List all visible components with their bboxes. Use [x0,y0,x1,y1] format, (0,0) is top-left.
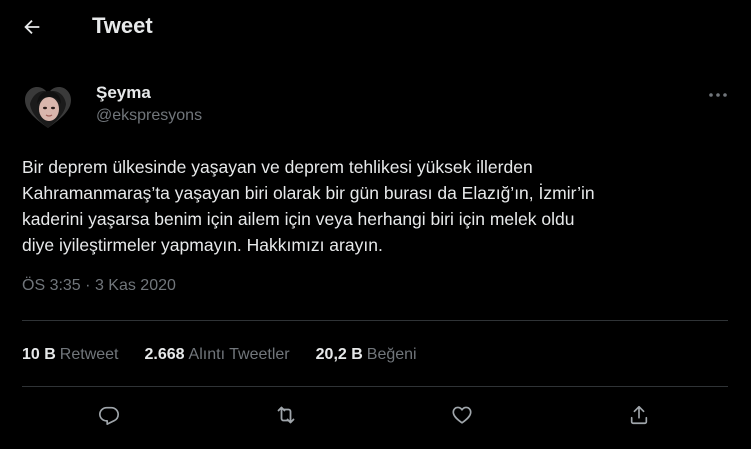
share-icon [630,405,648,425]
heart-shaped-profile-photo [22,82,74,134]
back-button[interactable] [14,9,50,45]
divider [22,386,728,387]
like-button[interactable] [441,394,483,436]
author-name[interactable]: Şeyma [96,83,151,103]
tweet-author: Şeyma @ekspresyons [22,82,732,134]
more-horizontal-icon [709,93,727,97]
meta-separator: · [85,277,91,294]
quotes-stat[interactable]: 2.668 Alıntı Tweetler [145,346,290,364]
more-options-button[interactable] [704,84,732,106]
tweet-timestamp: ÖS 3:35 · 3 Kas 2020 [22,277,176,295]
tweet-header: Tweet [0,0,751,53]
retweet-icon [277,406,295,424]
reply-button[interactable] [88,394,130,436]
likes-label: Beğeni [366,346,417,363]
like-icon [452,406,472,424]
tweet-text: Bir deprem ülkesinde yaşayan ve deprem t… [22,157,595,255]
retweets-label: Retweet [59,346,119,363]
tweet-date[interactable]: 3 Kas 2020 [95,277,176,294]
reply-icon [99,406,119,425]
tweet-stats: 10 B Retweet 2.668 Alıntı Tweetler 20,2 … [22,343,443,367]
page-title: Tweet [92,13,153,38]
tweet-time[interactable]: ÖS 3:35 [22,277,81,294]
arrow-left-icon [24,19,40,35]
retweet-button[interactable] [265,394,307,436]
divider [22,320,728,321]
retweets-stat[interactable]: 10 B Retweet [22,346,119,364]
tweet-actions [22,394,728,436]
author-handle[interactable]: @ekspresyons [96,107,202,125]
likes-count: 20,2 B [315,346,363,363]
avatar[interactable] [22,82,74,134]
quotes-label: Alıntı Tweetler [188,346,290,363]
share-button[interactable] [618,394,660,436]
quotes-count: 2.668 [144,346,185,363]
likes-stat[interactable]: 20,2 B Beğeni [316,346,417,364]
retweets-count: 10 B [22,346,56,363]
